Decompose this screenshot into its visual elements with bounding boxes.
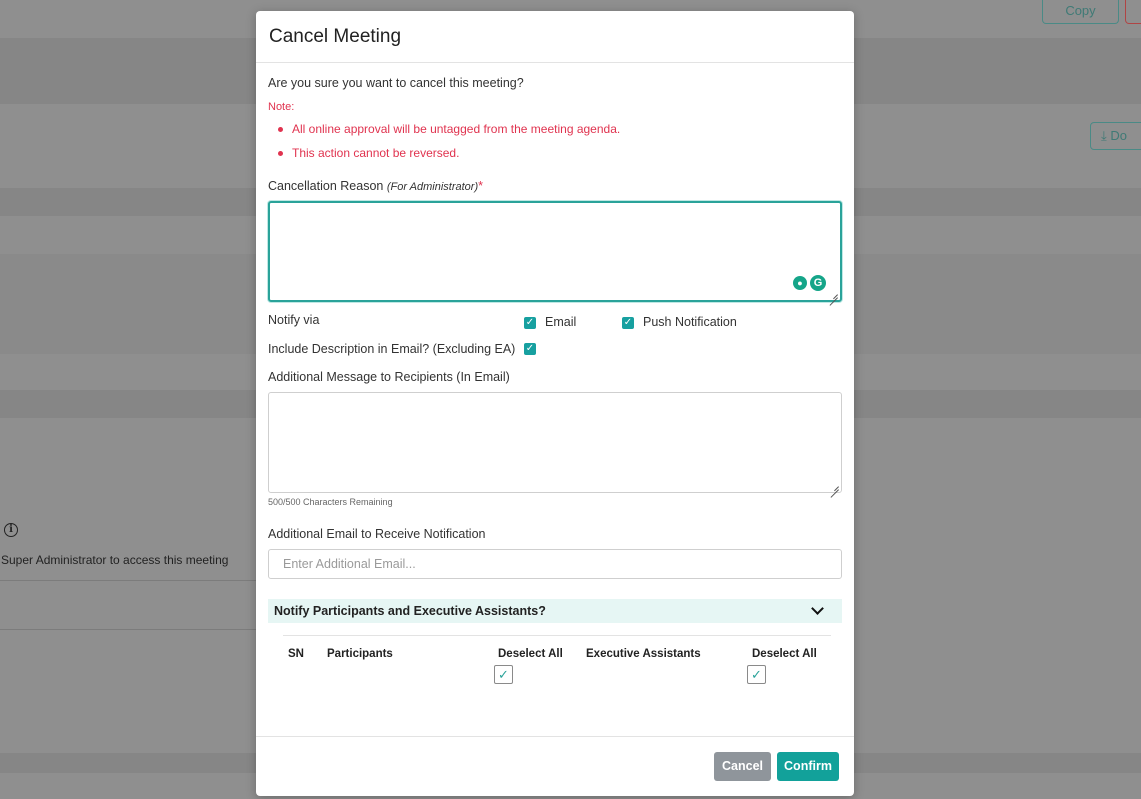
reason-sublabel: (For Administrator) xyxy=(386,181,479,193)
additional-message-label: Additional Message to Recipients (In Ema… xyxy=(268,370,510,384)
note-item: All online approval will be untagged fro… xyxy=(278,122,621,136)
reason-label: Cancellation Reason (For Administrator)* xyxy=(268,179,483,193)
confirm-question: Are you sure you want to cancel this mee… xyxy=(268,76,524,90)
delete-button[interactable] xyxy=(1125,0,1141,24)
download-icon: ⤓ xyxy=(1101,128,1107,143)
include-description-label: Include Description in Email? (Excluding… xyxy=(268,342,516,356)
required-mark: * xyxy=(478,179,483,193)
column-header-sn: SN xyxy=(288,648,304,660)
participants-deselect-all[interactable]: Deselect All xyxy=(498,648,563,660)
push-notification-checkbox[interactable]: ✓ xyxy=(622,317,634,329)
cancellation-reason-input[interactable]: ● G xyxy=(268,201,842,302)
column-header-executive-assistants: Executive Assistants xyxy=(586,648,701,660)
grammarly-icon[interactable]: G xyxy=(810,275,826,291)
note-title: Note: xyxy=(268,101,295,113)
download-button[interactable]: ⤓ Do xyxy=(1090,122,1141,150)
download-label: Do xyxy=(1110,128,1127,143)
additional-email-input[interactable]: Enter Additional Email... xyxy=(268,549,842,579)
accordion-title: Notify Participants and Executive Assist… xyxy=(274,604,546,618)
dialog-title: Cancel Meeting xyxy=(256,11,854,63)
info-icon: i xyxy=(4,523,18,537)
bullet-icon xyxy=(278,127,283,132)
push-notification-label: Push Notification xyxy=(643,315,737,329)
additional-email-label: Additional Email to Receive Notification xyxy=(268,527,486,541)
note-item: This action cannot be reversed. xyxy=(278,146,460,160)
note-text: All online approval will be untagged fro… xyxy=(292,122,621,136)
access-message: Super Administrator to access this meeti… xyxy=(1,553,229,567)
cancel-button[interactable]: Cancel xyxy=(714,752,771,781)
participants-select-all-checkbox[interactable]: ✓ xyxy=(494,665,513,684)
notify-via-label: Notify via xyxy=(268,313,320,327)
resize-handle-icon[interactable] xyxy=(829,289,838,298)
confirm-button[interactable]: Confirm xyxy=(777,752,839,781)
characters-remaining: 500/500 Characters Remaining xyxy=(268,497,393,507)
ea-deselect-all[interactable]: Deselect All xyxy=(752,648,817,660)
writing-assistant-icon[interactable]: ● xyxy=(793,276,807,290)
ea-select-all-checkbox[interactable]: ✓ xyxy=(747,665,766,684)
note-text: This action cannot be reversed. xyxy=(292,146,460,160)
column-header-participants: Participants xyxy=(327,648,393,660)
additional-message-input[interactable] xyxy=(268,392,842,493)
bg-divider xyxy=(0,580,256,581)
chevron-down-icon[interactable] xyxy=(811,602,824,615)
bullet-icon xyxy=(278,151,283,156)
email-checkbox[interactable]: ✓ xyxy=(524,317,536,329)
resize-handle-icon[interactable] xyxy=(830,481,839,490)
table-divider xyxy=(283,635,831,636)
bg-divider xyxy=(0,629,256,630)
email-checkbox-label: Email xyxy=(545,315,577,329)
reason-label-text: Cancellation Reason xyxy=(268,179,384,193)
notify-participants-accordion[interactable]: Notify Participants and Executive Assist… xyxy=(268,599,842,623)
copy-button[interactable]: Copy xyxy=(1042,0,1119,24)
dialog-footer-divider xyxy=(256,736,854,737)
include-description-checkbox[interactable]: ✓ xyxy=(524,343,536,355)
cancel-meeting-dialog: Cancel Meeting Are you sure you want to … xyxy=(256,11,854,796)
